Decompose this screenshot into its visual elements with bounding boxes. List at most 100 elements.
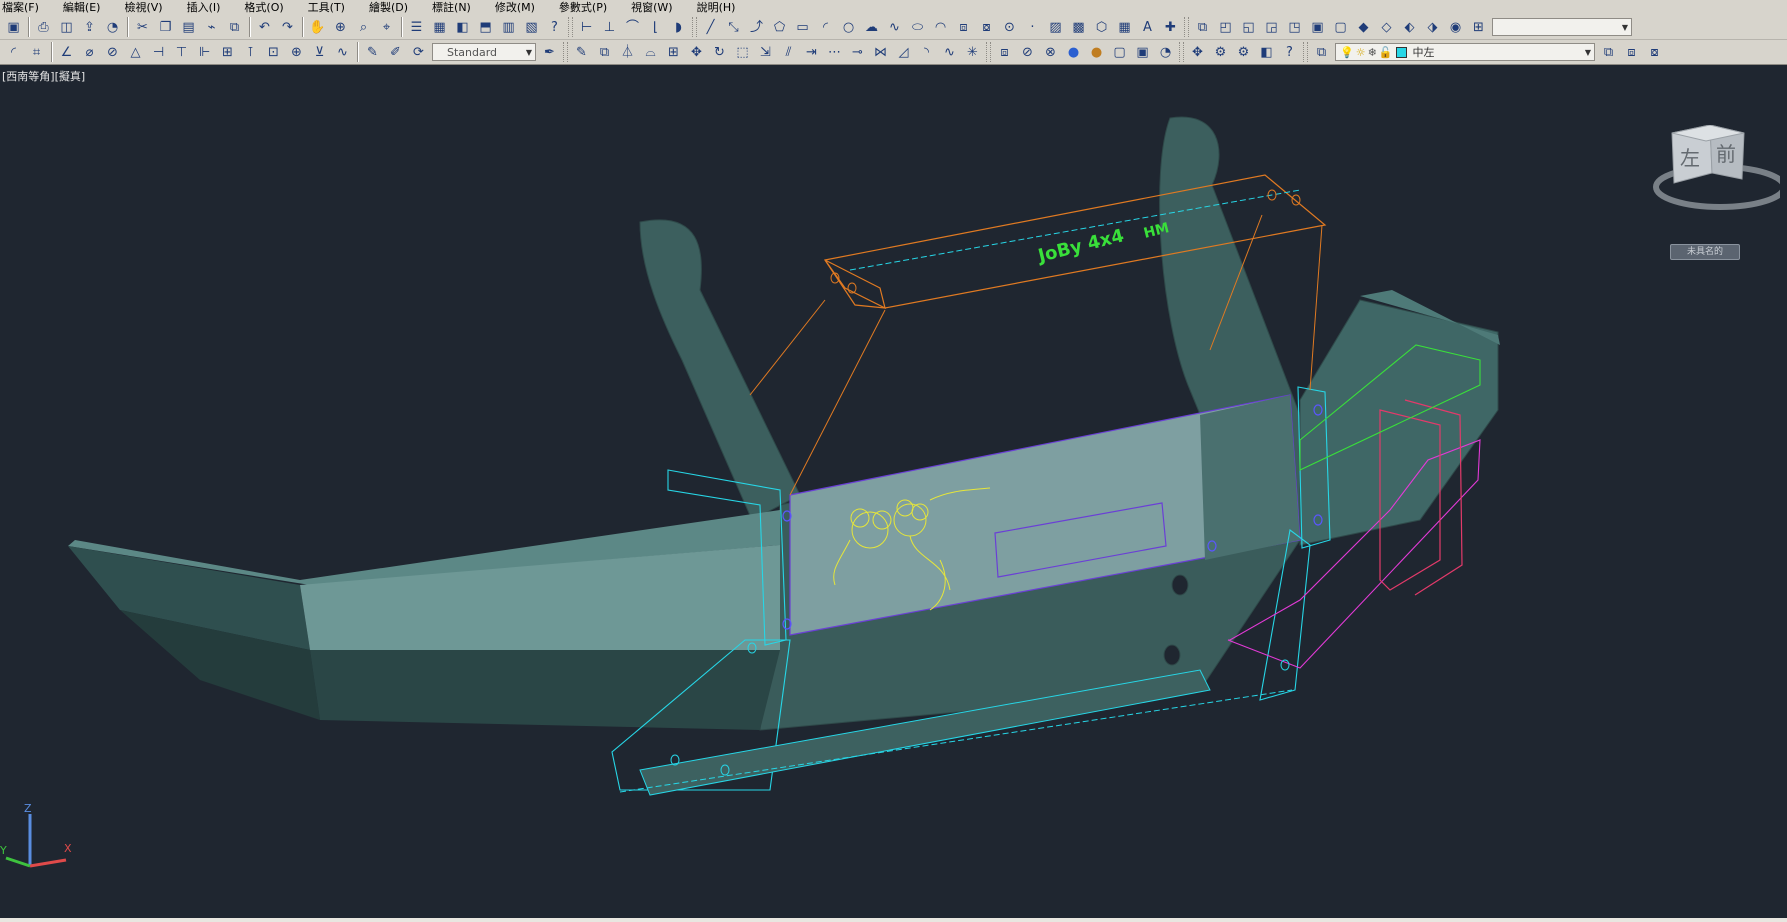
hatch-icon[interactable]: ▨ bbox=[1045, 17, 1066, 38]
layer-dropdown[interactable]: 💡 ☼ ❄ 🔓 中左 ▼ bbox=[1335, 43, 1595, 61]
menu-draw[interactable]: 繪製(D) bbox=[369, 0, 418, 15]
sheet-set-icon[interactable]: ⬒ bbox=[475, 17, 496, 38]
inspect-icon[interactable]: ⊻ bbox=[309, 42, 330, 63]
region-icon[interactable]: ⬡ bbox=[1091, 17, 1112, 38]
viewcube-left-label[interactable]: 左 bbox=[1680, 146, 1700, 170]
menu-dimension[interactable]: 標註(N) bbox=[432, 0, 481, 15]
plot-preview-icon[interactable]: ◫ bbox=[56, 17, 77, 38]
copy-icon[interactable]: ❐ bbox=[155, 17, 176, 38]
markup-icon[interactable]: ▥ bbox=[498, 17, 519, 38]
arc-icon[interactable]: ◜ bbox=[815, 17, 836, 38]
linear-dimension-icon[interactable]: ⊢ bbox=[576, 17, 597, 38]
aligned-dimension-icon[interactable]: ⊥ bbox=[599, 17, 620, 38]
wireframe-3d-icon[interactable]: ⊗ bbox=[1040, 42, 1061, 63]
unnamed-ucs-badge[interactable]: 未具名的 bbox=[1670, 244, 1740, 260]
3d-dwf-icon[interactable]: ◔ bbox=[102, 17, 123, 38]
menu-tools[interactable]: 工具(T) bbox=[308, 0, 355, 15]
toolbar-grip[interactable] bbox=[563, 42, 568, 62]
camera-icon[interactable]: ◉ bbox=[1445, 17, 1466, 38]
menu-edit[interactable]: 編輯(E) bbox=[63, 0, 111, 15]
revision-cloud-icon[interactable]: ☁ bbox=[861, 17, 882, 38]
properties-icon[interactable]: ☰ bbox=[406, 17, 427, 38]
arc-length-icon[interactable]: ⌒ bbox=[622, 17, 643, 38]
conceptual-icon[interactable]: ▢ bbox=[1109, 42, 1130, 63]
break-point-icon[interactable]: ⋯ bbox=[824, 42, 845, 63]
gradient-icon[interactable]: ▩ bbox=[1068, 17, 1089, 38]
break-icon[interactable]: ⊸ bbox=[847, 42, 868, 63]
add-selected-icon[interactable]: ✚ bbox=[1160, 17, 1181, 38]
rotate-icon[interactable]: ↻ bbox=[709, 42, 730, 63]
bottom-view-icon[interactable]: ◱ bbox=[1238, 17, 1259, 38]
table-icon[interactable]: ▦ bbox=[1114, 17, 1135, 38]
ellipse-icon[interactable]: ⬭ bbox=[907, 17, 928, 38]
fillet-icon[interactable]: ◝ bbox=[916, 42, 937, 63]
left-view-icon[interactable]: ◲ bbox=[1261, 17, 1282, 38]
menu-modify[interactable]: 修改(M) bbox=[495, 0, 545, 15]
blend-icon[interactable]: ∿ bbox=[939, 42, 960, 63]
render-icon[interactable]: ◔ bbox=[1155, 42, 1176, 63]
diameter-icon[interactable]: ⌀ bbox=[79, 42, 100, 63]
spline-icon[interactable]: ∿ bbox=[884, 17, 905, 38]
menu-format[interactable]: 格式(O) bbox=[244, 0, 293, 15]
dimension-style-dropdown[interactable]: Standard ▼ bbox=[432, 43, 536, 61]
snap-icon[interactable]: ⌗ bbox=[26, 42, 47, 63]
offset-icon[interactable]: ⌓ bbox=[640, 42, 661, 63]
orbit-help-icon[interactable]: ? bbox=[1279, 42, 1300, 63]
menu-file[interactable]: 檔案(F) bbox=[2, 0, 49, 15]
polyline-icon[interactable]: ⤴ bbox=[746, 17, 767, 38]
layer-state-icon[interactable]: ⧇ bbox=[1644, 42, 1665, 63]
zoom-realtime-icon[interactable]: ⊕ bbox=[330, 17, 351, 38]
free-orbit-icon[interactable]: ⚙ bbox=[1233, 42, 1254, 63]
menu-help[interactable]: 說明(H) bbox=[697, 0, 746, 15]
view-manager-icon[interactable]: ⧉ bbox=[1192, 17, 1213, 38]
toolbar-grip[interactable] bbox=[1184, 17, 1189, 37]
dimension-update-icon[interactable]: ⟳ bbox=[408, 42, 429, 63]
print-icon[interactable]: ⎙ bbox=[33, 17, 54, 38]
continue-icon[interactable]: ⊩ bbox=[194, 42, 215, 63]
array-icon[interactable]: ⊞ bbox=[663, 42, 684, 63]
dimension-text-edit-icon[interactable]: ✐ bbox=[385, 42, 406, 63]
pan-icon[interactable]: ✋ bbox=[307, 17, 328, 38]
toolbar-grip[interactable] bbox=[986, 42, 991, 62]
ellipse-arc-icon[interactable]: ◠ bbox=[930, 17, 951, 38]
radius-icon[interactable]: ◗ bbox=[668, 17, 689, 38]
dimension-break-icon[interactable]: ⊺ bbox=[240, 42, 261, 63]
viewcube-front-label[interactable]: 前 bbox=[1716, 142, 1736, 166]
angular-icon[interactable]: ∠ bbox=[56, 42, 77, 63]
sw-iso-icon[interactable]: ◆ bbox=[1353, 17, 1374, 38]
constrained-orbit-icon[interactable]: ⚙ bbox=[1210, 42, 1231, 63]
extend-icon[interactable]: ⇥ bbox=[801, 42, 822, 63]
dot-icon[interactable]: · bbox=[1022, 17, 1043, 38]
calculator-icon[interactable]: ▧ bbox=[521, 17, 542, 38]
line-icon[interactable]: ╱ bbox=[700, 17, 721, 38]
undo-icon[interactable]: ↶ bbox=[254, 17, 275, 38]
viewcube[interactable]: 左 前 bbox=[1640, 125, 1780, 230]
visual-manager-icon[interactable]: ▣ bbox=[1132, 42, 1153, 63]
stretch-icon[interactable]: ⇲ bbox=[755, 42, 776, 63]
hidden-icon[interactable]: ● bbox=[1063, 42, 1084, 63]
angle-icon[interactable]: △ bbox=[125, 42, 146, 63]
layer-properties-icon[interactable]: ⧉ bbox=[1311, 42, 1332, 63]
construction-line-icon[interactable]: ⤡ bbox=[723, 17, 744, 38]
paste-icon[interactable]: ▤ bbox=[178, 17, 199, 38]
copy-object-icon[interactable]: ⧉ bbox=[594, 42, 615, 63]
dimension-edit-icon[interactable]: ✎ bbox=[362, 42, 383, 63]
move-icon[interactable]: ✥ bbox=[686, 42, 707, 63]
front-view-icon[interactable]: ▣ bbox=[1307, 17, 1328, 38]
menu-insert[interactable]: 插入(I) bbox=[187, 0, 231, 15]
center-mark-icon[interactable]: ⊕ bbox=[286, 42, 307, 63]
named-view-dropdown[interactable]: ▼ bbox=[1492, 18, 1632, 36]
erase-icon[interactable]: ✎ bbox=[571, 42, 592, 63]
zoom-extents-icon[interactable]: ⊞ bbox=[1468, 17, 1489, 38]
point-icon[interactable]: ⊙ bbox=[999, 17, 1020, 38]
insert-block-icon[interactable]: ⧈ bbox=[953, 17, 974, 38]
layer-previous-icon[interactable]: ⧉ bbox=[1598, 42, 1619, 63]
cut-icon[interactable]: ✂ bbox=[132, 17, 153, 38]
match-properties-icon[interactable]: ⌁ bbox=[201, 17, 222, 38]
menu-window[interactable]: 視窗(W) bbox=[631, 0, 682, 15]
help-icon[interactable]: ? bbox=[544, 17, 565, 38]
menu-view[interactable]: 檢視(V) bbox=[124, 0, 172, 15]
explode-icon[interactable]: ✳ bbox=[962, 42, 983, 63]
ne-iso-icon[interactable]: ⬖ bbox=[1399, 17, 1420, 38]
join-icon[interactable]: ⋈ bbox=[870, 42, 891, 63]
